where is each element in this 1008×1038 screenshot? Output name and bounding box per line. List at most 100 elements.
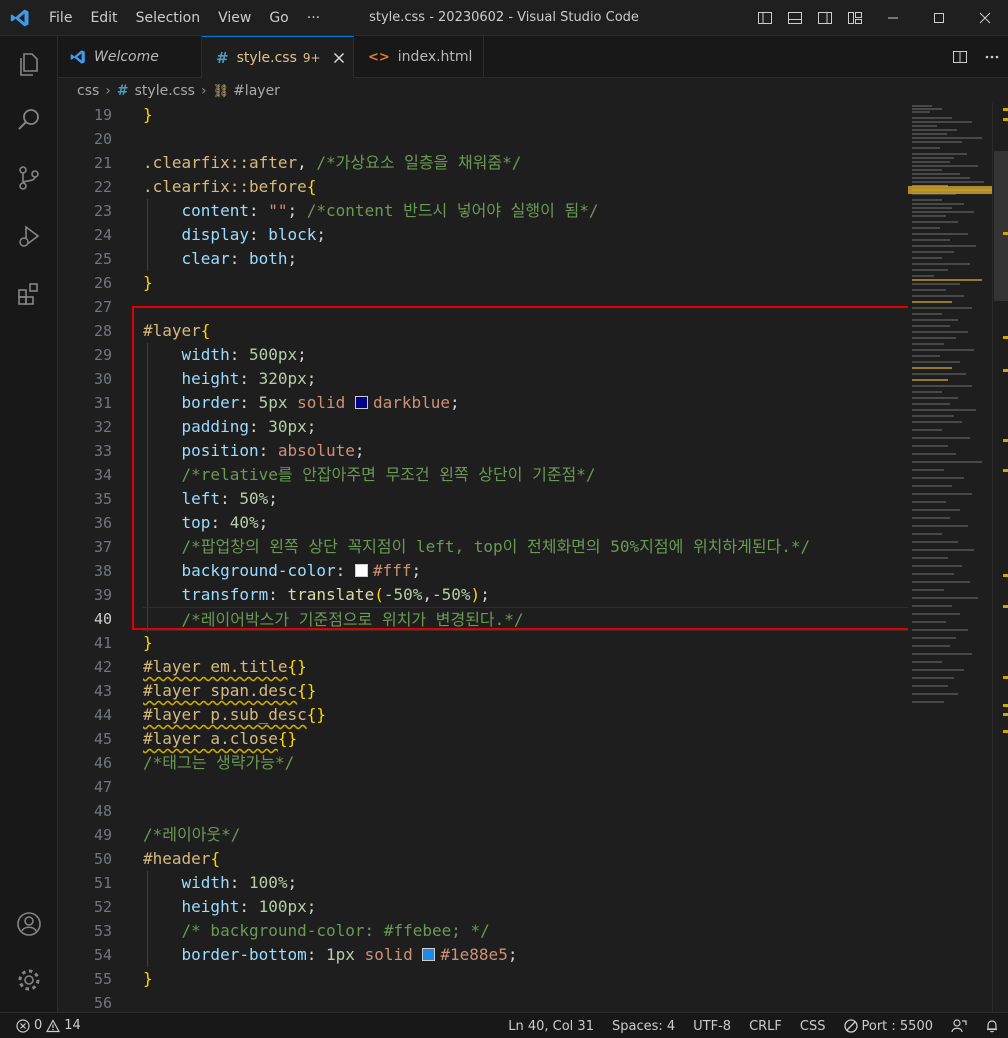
code-line[interactable]: } — [143, 271, 908, 295]
menu-more[interactable]: ··· — [298, 0, 329, 36]
menu-selection[interactable]: Selection — [127, 0, 210, 36]
code-line[interactable]: /*relative를 안잡아주면 무조건 왼쪽 상단이 기준점*/ — [143, 463, 908, 487]
code-line[interactable]: .clearfix::after, /*가상요소 일층을 채워줌*/ — [143, 151, 908, 175]
code-line[interactable]: /*팝업창의 왼쪽 상단 꼭지점이 left, top이 전체화면의 50%지점… — [143, 535, 908, 559]
code-line[interactable]: .clearfix::before{ — [143, 175, 908, 199]
search-icon[interactable] — [0, 96, 58, 144]
menu-file[interactable]: File — [40, 0, 81, 36]
code-line[interactable]: /*레이어박스가 기준점으로 위치가 변경된다.*/ — [143, 607, 908, 632]
code-line[interactable]: width: 500px; — [143, 343, 908, 367]
minimap[interactable] — [908, 103, 992, 1012]
line-number: 38 — [93, 562, 112, 580]
vertical-scrollbar[interactable] — [992, 103, 1008, 1012]
code-line[interactable] — [143, 799, 908, 823]
code-line[interactable]: padding: 30px; — [143, 415, 908, 439]
code-line[interactable]: background-color: #fff; — [143, 559, 908, 583]
code-line[interactable]: #header{ — [143, 847, 908, 871]
color-swatch[interactable] — [354, 396, 368, 409]
language-mode[interactable]: CSS — [791, 1013, 835, 1038]
close-tab-icon[interactable] — [333, 52, 345, 64]
code-token: } — [143, 633, 153, 652]
code-line[interactable]: } — [143, 103, 908, 127]
breadcrumb-symbol[interactable]: #layer — [233, 83, 280, 99]
code-line[interactable]: border: 5px solid darkblue; — [143, 391, 908, 415]
tab-style-css[interactable]: # style.css 9+ — [202, 36, 354, 78]
menu-edit[interactable]: Edit — [81, 0, 126, 36]
code-line[interactable]: /*태그는 생략가능*/ — [143, 751, 908, 775]
code-lines[interactable]: } .clearfix::after, /*가상요소 일층을 채워줌*/.clea… — [143, 103, 908, 1012]
scrollbar-thumb[interactable] — [994, 151, 1008, 301]
code-line[interactable]: #layer a.close{} — [143, 727, 908, 751]
minimize-icon[interactable] — [870, 0, 916, 36]
explorer-icon[interactable] — [0, 40, 58, 88]
code-line[interactable]: #layer p.sub_desc{} — [143, 703, 908, 727]
split-editor-icon[interactable] — [944, 39, 976, 75]
menu-bar: File Edit Selection View Go ··· — [40, 0, 329, 36]
minimap-line — [912, 153, 967, 155]
tab-welcome-label: Welcome — [94, 49, 159, 65]
code-line[interactable]: } — [143, 967, 908, 991]
code-line[interactable]: } — [143, 631, 908, 655]
code-line[interactable]: width: 100%; — [143, 871, 908, 895]
code-line[interactable]: left: 50%; — [143, 487, 908, 511]
toggle-panel-icon[interactable] — [780, 0, 810, 36]
code-line[interactable]: border-bottom: 1px solid #1e88e5; — [143, 943, 908, 967]
toggle-secondary-sidebar-icon[interactable] — [810, 0, 840, 36]
code-line[interactable] — [143, 775, 908, 799]
code-line[interactable]: content: ""; /*content 반드시 넣어야 실행이 됨*/ — [143, 199, 908, 223]
code-line[interactable]: #layer{ — [143, 319, 908, 343]
code-line[interactable]: #layer em.title{} — [143, 655, 908, 679]
scrollbar-warning-marker — [1003, 369, 1008, 372]
indent-guide — [147, 391, 148, 415]
hash-icon: # — [216, 48, 229, 67]
problems-status[interactable]: 0 14 — [16, 1013, 90, 1038]
code-line[interactable]: transform: translate(-50%,-50%); — [143, 583, 908, 607]
minimap-highlight — [908, 186, 992, 194]
code-token: { — [306, 177, 317, 196]
code-line[interactable]: #layer span.desc{} — [143, 679, 908, 703]
line-number: 23 — [93, 202, 112, 220]
manage-gear-icon[interactable] — [0, 956, 58, 1004]
color-swatch[interactable] — [422, 948, 436, 961]
breadcrumb-folder[interactable]: css — [77, 83, 99, 99]
notifications-bell-icon[interactable] — [976, 1013, 1008, 1038]
close-window-icon[interactable] — [962, 0, 1008, 36]
run-debug-icon[interactable] — [0, 212, 58, 260]
accounts-icon[interactable] — [0, 900, 58, 948]
code-line[interactable]: clear: both; — [143, 247, 908, 271]
code-line[interactable]: height: 100px; — [143, 895, 908, 919]
menu-view[interactable]: View — [209, 0, 260, 36]
encoding-status[interactable]: UTF-8 — [684, 1013, 740, 1038]
code-line[interactable]: top: 40%; — [143, 511, 908, 535]
cursor-position[interactable]: Ln 40, Col 31 — [499, 1013, 603, 1038]
customize-layout-icon[interactable] — [840, 0, 870, 36]
tab-index-html[interactable]: <> index.html — [354, 36, 484, 78]
tab-welcome[interactable]: Welcome — [58, 36, 202, 78]
breadcrumb-file[interactable]: style.css — [135, 83, 195, 99]
line-number: 46 — [93, 754, 112, 772]
code-editor[interactable]: 19 20 21 22 23 24 25 26 27 28 29 30 31 32 33 34 35 36 37 38… — [58, 103, 908, 1012]
menu-go[interactable]: Go — [260, 0, 297, 36]
live-server-status[interactable]: Port : 5500 — [835, 1013, 943, 1038]
code-line[interactable]: display: block; — [143, 223, 908, 247]
more-actions-icon[interactable] — [976, 39, 1008, 75]
color-swatch[interactable] — [354, 564, 368, 577]
code-line[interactable] — [143, 295, 908, 319]
code-line[interactable]: position: absolute; — [143, 439, 908, 463]
source-control-icon[interactable] — [0, 154, 58, 202]
minimap-line — [912, 173, 960, 175]
indentation-status[interactable]: Spaces: 4 — [603, 1013, 684, 1038]
code-line[interactable]: height: 320px; — [143, 367, 908, 391]
code-line[interactable] — [143, 127, 908, 151]
maximize-icon[interactable] — [916, 0, 962, 36]
eol-status[interactable]: CRLF — [740, 1013, 791, 1038]
toggle-primary-sidebar-icon[interactable] — [750, 0, 780, 36]
code-line[interactable] — [143, 991, 908, 1012]
extensions-icon[interactable] — [0, 270, 58, 318]
vscode-logo-icon[interactable] — [0, 0, 40, 36]
code-line[interactable]: /*레이아웃*/ — [143, 823, 908, 847]
code-line[interactable]: /* background-color: #ffebee; */ — [143, 919, 908, 943]
copilot-feedback-icon[interactable] — [942, 1013, 976, 1038]
